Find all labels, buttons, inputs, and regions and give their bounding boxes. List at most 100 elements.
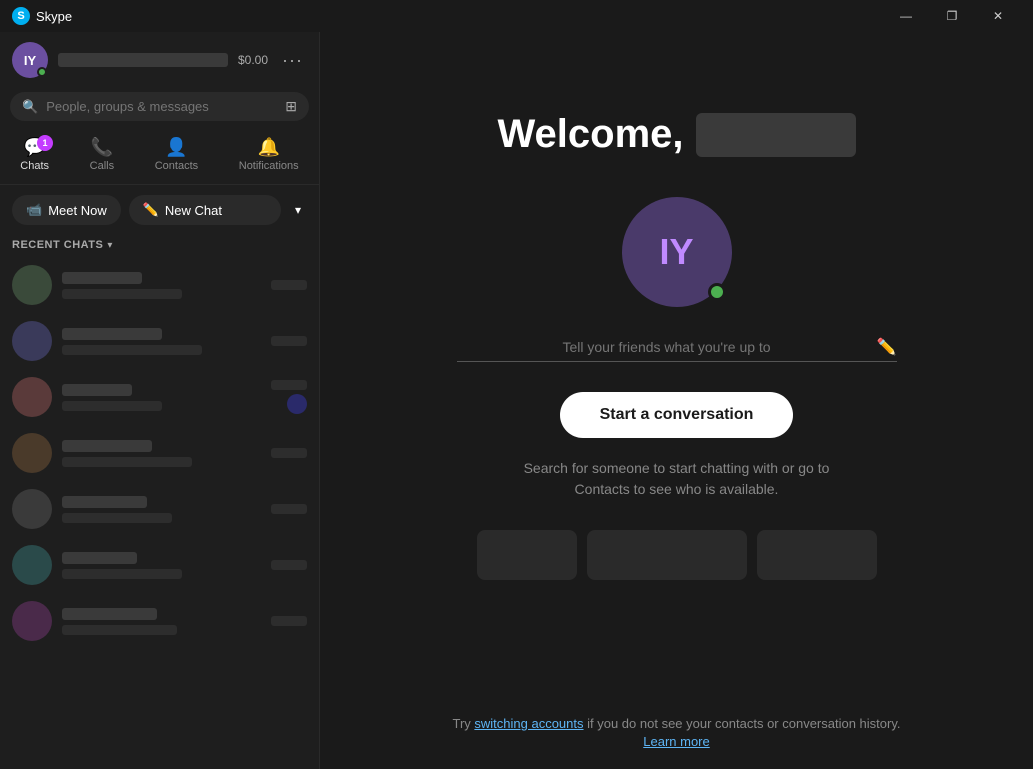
chat-time-blurred: [271, 280, 307, 290]
status-input-row[interactable]: ✏️: [457, 337, 897, 362]
chevron-down-icon: ▾: [107, 240, 112, 251]
chat-name-blurred: [62, 496, 147, 508]
chat-message-blurred: [62, 569, 182, 579]
chat-meta: [271, 504, 307, 514]
list-item[interactable]: [0, 369, 319, 425]
user-avatar-container: IY: [622, 197, 732, 307]
avatar[interactable]: IY: [12, 42, 48, 78]
bottom-hint-bar: Try switching accounts if you do not see…: [320, 716, 1033, 749]
profile-name-blurred: [58, 53, 228, 67]
chat-meta: [271, 336, 307, 346]
welcome-heading: Welcome,: [498, 112, 856, 157]
new-chat-dropdown-button[interactable]: ▾: [289, 195, 307, 225]
grid-view-button[interactable]: ⊞: [285, 98, 297, 115]
user-name-blurred: [696, 113, 856, 157]
notifications-label: Notifications: [239, 160, 299, 172]
chat-name-blurred: [62, 272, 142, 284]
minimize-button[interactable]: —: [883, 0, 929, 32]
chat-list: [0, 257, 319, 769]
more-options-button[interactable]: ···: [278, 48, 307, 73]
edit-status-icon[interactable]: ✏️: [877, 337, 897, 357]
search-hint-text: Search for someone to start chatting wit…: [497, 458, 857, 500]
restore-button[interactable]: ❐: [929, 0, 975, 32]
chat-message-blurred: [62, 289, 182, 299]
notifications-icon: 🔔: [258, 137, 280, 158]
chat-time-blurred: [271, 380, 307, 390]
chat-time-blurred: [271, 504, 307, 514]
chat-info: [62, 440, 261, 467]
chat-time-blurred: [271, 336, 307, 346]
sidebar: IY $0.00 ··· 🔍 ⊞ 💬 Chats 1 📞 Calls: [0, 32, 320, 769]
profile-row: IY $0.00 ···: [0, 32, 319, 88]
tab-notifications[interactable]: 🔔 Notifications: [229, 133, 309, 176]
chat-time-blurred: [271, 616, 307, 626]
chat-message-blurred: [62, 625, 177, 635]
titlebar: S Skype — ❐ ✕: [0, 0, 1033, 32]
preview-images-row: [477, 530, 877, 580]
chat-avatar: [12, 489, 52, 529]
chat-name-blurred: [62, 440, 152, 452]
edit-icon: ✏️: [143, 202, 159, 218]
list-item[interactable]: [0, 481, 319, 537]
action-buttons: 📹 Meet Now ✏️ New Chat ▾: [0, 185, 319, 235]
close-button[interactable]: ✕: [975, 0, 1021, 32]
window-controls: — ❐ ✕: [883, 0, 1021, 32]
chat-meta: [271, 380, 307, 414]
chat-info: [62, 608, 261, 635]
chat-avatar: [12, 321, 52, 361]
preview-image-3: [757, 530, 877, 580]
welcome-text: Welcome,: [498, 112, 684, 157]
skype-icon: S: [12, 7, 30, 25]
switching-accounts-link[interactable]: switching accounts: [474, 716, 583, 731]
meet-now-button[interactable]: 📹 Meet Now: [12, 195, 121, 225]
tab-calls[interactable]: 📞 Calls: [80, 133, 124, 176]
preview-image-2: [587, 530, 747, 580]
chat-time-blurred: [271, 560, 307, 570]
chat-avatar: [12, 545, 52, 585]
recent-chats-header[interactable]: RECENT CHATS ▾: [0, 235, 319, 257]
nav-tabs: 💬 Chats 1 📞 Calls 👤 Contacts 🔔 Notificat…: [0, 129, 319, 185]
chat-meta: [271, 448, 307, 458]
list-item[interactable]: [0, 313, 319, 369]
contacts-icon: 👤: [165, 137, 187, 158]
preview-image-1: [477, 530, 577, 580]
new-chat-button[interactable]: ✏️ New Chat: [129, 195, 281, 225]
unread-badge: [287, 394, 307, 414]
calls-icon: 📞: [91, 137, 113, 158]
status-input[interactable]: [457, 339, 877, 355]
chat-message-blurred: [62, 513, 172, 523]
list-item[interactable]: [0, 425, 319, 481]
profile-credit: $0.00: [238, 53, 268, 67]
app-logo: S Skype: [12, 7, 72, 25]
bottom-hint-suffix: if you do not see your contacts or conve…: [584, 716, 901, 731]
chats-label: Chats: [20, 160, 49, 172]
chat-name-blurred: [62, 384, 132, 396]
main-content: Welcome, IY ✏️ Start a conversation Sear…: [320, 32, 1033, 769]
learn-more-link[interactable]: Learn more: [320, 734, 1033, 749]
chat-time-blurred: [271, 448, 307, 458]
search-bar[interactable]: 🔍 ⊞: [10, 92, 309, 121]
search-input[interactable]: [46, 99, 277, 114]
recent-chats-label: RECENT CHATS: [12, 239, 103, 251]
chat-info: [62, 272, 261, 299]
chat-info: [62, 384, 261, 411]
list-item[interactable]: [0, 537, 319, 593]
chat-avatar: [12, 265, 52, 305]
chat-meta: [271, 616, 307, 626]
chat-avatar: [12, 601, 52, 641]
list-item[interactable]: [0, 257, 319, 313]
chat-meta: [271, 280, 307, 290]
chat-message-blurred: [62, 401, 162, 411]
tab-contacts[interactable]: 👤 Contacts: [145, 133, 208, 176]
online-status-dot-large: [708, 283, 726, 301]
chat-name-blurred: [62, 328, 162, 340]
chat-info: [62, 496, 261, 523]
tab-chats[interactable]: 💬 Chats 1: [10, 133, 59, 176]
start-conversation-button[interactable]: Start a conversation: [560, 392, 794, 438]
online-status-dot: [37, 67, 47, 77]
calls-label: Calls: [90, 160, 114, 172]
contacts-label: Contacts: [155, 160, 198, 172]
list-item[interactable]: [0, 593, 319, 649]
chat-message-blurred: [62, 457, 192, 467]
app-title: Skype: [36, 9, 72, 24]
